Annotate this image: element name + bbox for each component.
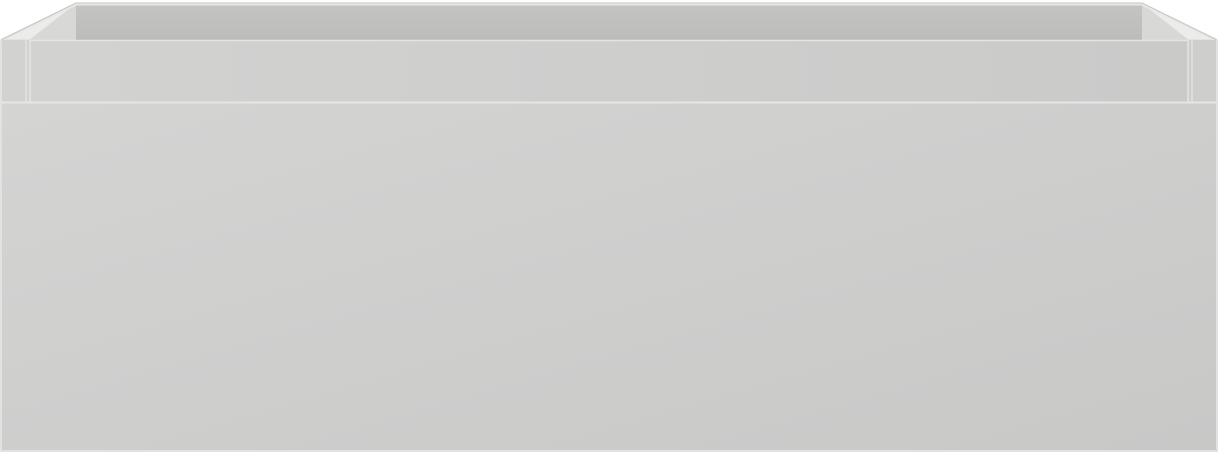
inner-back-wall	[76, 4, 1142, 40]
drawer-box-illustration	[0, 2, 1218, 452]
drawer-scene	[0, 0, 1218, 452]
front-panel	[2, 102, 1216, 450]
front-rim	[30, 40, 1188, 102]
